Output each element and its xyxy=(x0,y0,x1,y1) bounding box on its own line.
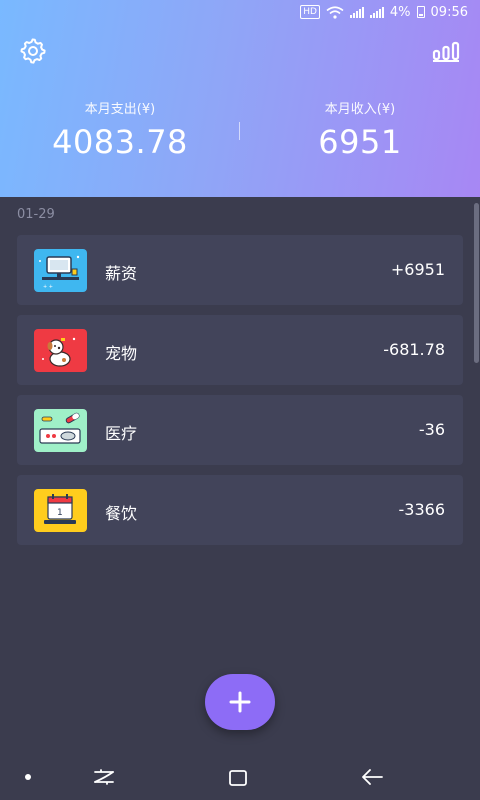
income-label: 本月收入(¥) xyxy=(324,102,396,117)
header: HD 4% 09:56 本月支出(¥) 4083.78 本月收入(¥) 6951 xyxy=(0,0,480,197)
monthly-income: 本月收入(¥) 6951 xyxy=(240,98,480,161)
amount: -36 xyxy=(418,420,445,439)
amount: -3366 xyxy=(398,500,446,519)
recent-apps-icon[interactable] xyxy=(92,768,116,786)
monthly-expense: 本月支出(¥) 4083.78 xyxy=(0,98,240,161)
expense-value: 4083.78 xyxy=(52,123,188,161)
medical-pill-icon xyxy=(34,409,87,452)
battery-icon xyxy=(416,6,425,18)
list-item[interactable]: + + 薪资 +6951 xyxy=(17,235,463,305)
list-item[interactable]: 医疗 -36 xyxy=(17,395,463,465)
bar-chart-icon[interactable] xyxy=(432,40,460,62)
list-item[interactable]: 1 餐饮 -3366 xyxy=(17,475,463,545)
battery-percent: 4% xyxy=(389,4,411,20)
add-record-button[interactable] xyxy=(205,674,275,730)
amount: -681.78 xyxy=(383,340,445,359)
system-nav-bar xyxy=(0,752,480,800)
category-name: 餐饮 xyxy=(105,504,138,523)
category-name: 医疗 xyxy=(105,424,138,443)
dining-calendar-icon: 1 xyxy=(34,489,87,532)
hd-indicator: HD xyxy=(300,5,320,19)
gear-icon[interactable] xyxy=(20,38,46,64)
cell-signal-icon xyxy=(349,6,364,18)
list-item[interactable]: 宠物 -681.78 xyxy=(17,315,463,385)
category-name: 宠物 xyxy=(105,344,138,363)
wifi-icon xyxy=(326,5,344,19)
plus-icon xyxy=(229,691,251,713)
status-time: 09:56 xyxy=(430,4,468,20)
salary-monitor-icon: + + xyxy=(34,249,87,292)
income-value: 6951 xyxy=(318,123,402,161)
home-icon[interactable] xyxy=(228,769,248,787)
date-group-label: 01-29 xyxy=(17,207,55,222)
scrollbar-thumb[interactable] xyxy=(474,203,479,363)
status-bar: HD 4% 09:56 xyxy=(300,3,468,21)
expense-label: 本月支出(¥) xyxy=(84,102,156,117)
svg-text:+ +: + + xyxy=(43,284,53,290)
category-name: 薪资 xyxy=(105,264,138,283)
amount: +6951 xyxy=(390,260,445,279)
back-icon[interactable] xyxy=(360,768,384,786)
nav-dot-icon[interactable] xyxy=(25,774,31,780)
svg-text:1: 1 xyxy=(57,508,63,518)
pet-dog-icon xyxy=(34,329,87,372)
scrollbar[interactable] xyxy=(474,203,480,363)
cell-signal-2-icon xyxy=(369,6,384,18)
